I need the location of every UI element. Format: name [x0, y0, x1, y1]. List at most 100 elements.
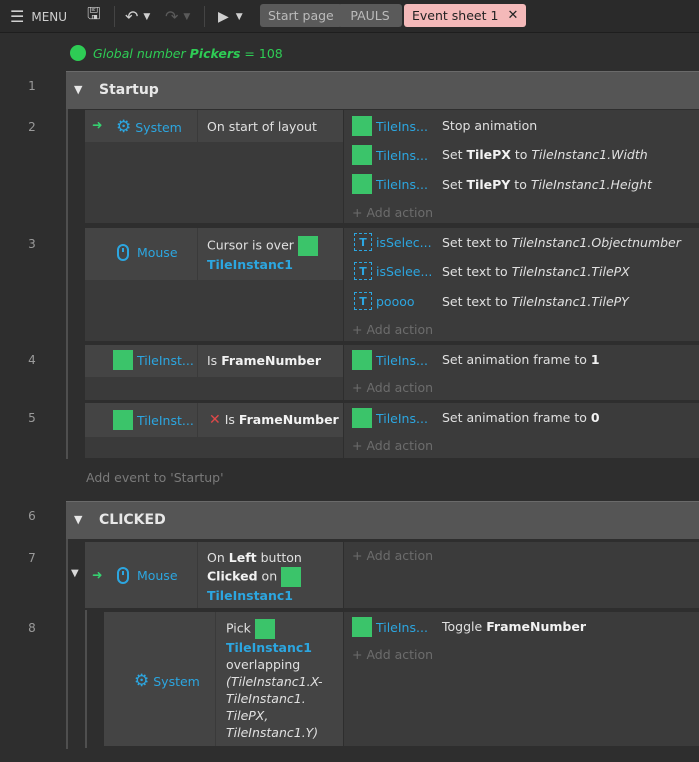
row-number: 7	[28, 551, 36, 565]
global-var-type: Global number	[93, 45, 186, 61]
object-name: System	[135, 119, 182, 135]
condition-expression: (TileInstanc1.X-	[226, 674, 323, 689]
add-action-label: Add action	[366, 205, 434, 220]
action-label: to	[514, 177, 527, 192]
action-object[interactable]: TileIns...	[352, 617, 428, 637]
action-text[interactable]: Set animation frame to 0	[442, 410, 600, 425]
condition-text: ✕ Is FrameNumber	[209, 412, 339, 428]
action-text[interactable]: Set TilePX to TileInstanc1.Width	[442, 147, 648, 162]
action-object[interactable]: T isSelec...	[354, 233, 432, 251]
add-action-button[interactable]: + Add action	[352, 647, 433, 662]
condition-target: TileInstanc1	[207, 257, 293, 272]
invert-icon: ✕	[209, 412, 221, 428]
add-action-button[interactable]: + Add action	[352, 548, 433, 563]
group-indent-line	[66, 109, 68, 459]
action-object[interactable]: TileIns...	[352, 408, 428, 428]
add-action-label: Add action	[366, 438, 434, 453]
condition-target: TileInstanc1	[226, 640, 312, 655]
condition-value: Clicked	[207, 568, 258, 584]
menu-label: MENU	[31, 9, 68, 24]
add-event-link[interactable]: Add event to 'Startup'	[86, 470, 224, 485]
tab-label: Start page	[268, 8, 334, 23]
action-object[interactable]: TileIns...	[352, 350, 428, 370]
add-action-button[interactable]: + Add action	[352, 438, 433, 453]
sprite-icon	[352, 408, 372, 428]
global-variable[interactable]: Global number Pickers = 108	[70, 44, 283, 62]
text-object-icon: T	[354, 292, 372, 310]
object-name: TileIns...	[375, 352, 428, 368]
action-label: Set	[442, 147, 463, 162]
sprite-icon	[352, 174, 372, 194]
menu-button[interactable]: ☰ MENU	[10, 0, 67, 33]
object-name: TileIns...	[375, 118, 428, 134]
add-action-button[interactable]: + Add action	[352, 322, 433, 337]
condition-expression: TilePX,	[226, 708, 269, 723]
condition-text: On Left button Clicked on TileInstanc1	[207, 549, 339, 605]
tab-start-page[interactable]: Start page	[260, 4, 342, 27]
mouse-object: Mouse	[117, 567, 178, 584]
action-text[interactable]: Toggle FrameNumber	[442, 619, 586, 634]
action-object[interactable]: TileIns...	[352, 174, 428, 194]
undo-icon[interactable]: ↶ ▼	[125, 0, 150, 33]
object-name: TileInst...	[136, 412, 194, 428]
action-expression: TileInstanc1.Width	[531, 147, 648, 162]
action-text[interactable]: Stop animation	[442, 118, 537, 133]
sprite-icon	[352, 617, 372, 637]
action-label: Stop animation	[442, 118, 538, 133]
system-object: ⚙ System	[134, 671, 200, 691]
tab-label: Event sheet 1	[412, 8, 499, 23]
object-name: poooo	[375, 293, 415, 309]
condition-label: On	[207, 550, 225, 565]
group-startup[interactable]: ▼ Startup	[66, 71, 699, 109]
tab-pauls[interactable]: PAULS	[338, 4, 402, 27]
condition-label: on	[261, 568, 278, 584]
action-label: Set	[442, 177, 463, 192]
text-object-icon: T	[354, 233, 372, 251]
gear-icon: ⚙	[134, 671, 150, 691]
toolbar: ☰ MENU 🖫 ↶ ▼ ↷ ▼ ▶ ▼ Start page PAULS Event…	[0, 0, 699, 33]
action-label: Set animation frame to	[442, 410, 587, 425]
object-name: isSelec...	[375, 234, 432, 250]
mouse-icon	[117, 567, 129, 584]
group-clicked[interactable]: ▼ CLICKED	[66, 501, 699, 539]
action-text[interactable]: Set text to TileInstanc1.TilePY	[442, 294, 629, 309]
global-var-value: = 108	[244, 45, 283, 61]
action-label: Set text to	[442, 235, 508, 250]
action-object[interactable]: T isSelee...	[354, 262, 432, 280]
tab-event-sheet-1[interactable]: Event sheet 1 ✕	[404, 4, 527, 27]
action-text[interactable]: Set animation frame to 1	[442, 352, 600, 367]
group-indent-line	[66, 539, 68, 749]
action-object[interactable]: TileIns...	[352, 116, 428, 136]
condition-text: Is FrameNumber	[207, 353, 321, 368]
row-number: 8	[28, 621, 36, 635]
action-object[interactable]: TileIns...	[352, 145, 428, 165]
condition-property: FrameNumber	[221, 353, 322, 368]
action-value: 0	[590, 410, 600, 425]
preview-icon[interactable]: ▶ ▼	[218, 0, 243, 33]
sprite-icon	[297, 236, 318, 256]
add-action-button[interactable]: + Add action	[352, 380, 433, 395]
close-icon[interactable]: ✕	[507, 8, 518, 23]
sprite-object: TileInst...	[113, 350, 194, 370]
action-text[interactable]: Set TilePY to TileInstanc1.Height	[442, 177, 652, 192]
trigger-icon: ➜	[92, 117, 103, 132]
collapse-icon[interactable]: ▼	[74, 513, 82, 526]
action-expression: TileInstanc1.TilePY	[511, 294, 629, 309]
object-name: TileIns...	[375, 147, 428, 163]
expand-icon[interactable]: ▼	[71, 568, 79, 579]
sprite-icon	[352, 350, 372, 370]
hamburger-icon: ☰	[10, 7, 25, 26]
group-title: CLICKED	[99, 512, 166, 528]
save-icon[interactable]: 🖫	[87, 0, 101, 33]
action-text[interactable]: Set text to TileInstanc1.Objectnumber	[442, 235, 681, 250]
action-label: Set text to	[442, 264, 508, 279]
action-text[interactable]: Set text to TileInstanc1.TilePX	[442, 264, 630, 279]
add-action-label: Add action	[366, 380, 434, 395]
action-object[interactable]: T poooo	[354, 292, 415, 310]
add-action-label: Add action	[366, 322, 434, 337]
row-number: 5	[28, 411, 36, 425]
add-action-button[interactable]: + Add action	[352, 205, 433, 220]
action-expression: TileInstanc1.TilePX	[511, 264, 630, 279]
collapse-icon[interactable]: ▼	[74, 83, 82, 96]
redo-icon[interactable]: ↷ ▼	[165, 0, 190, 33]
